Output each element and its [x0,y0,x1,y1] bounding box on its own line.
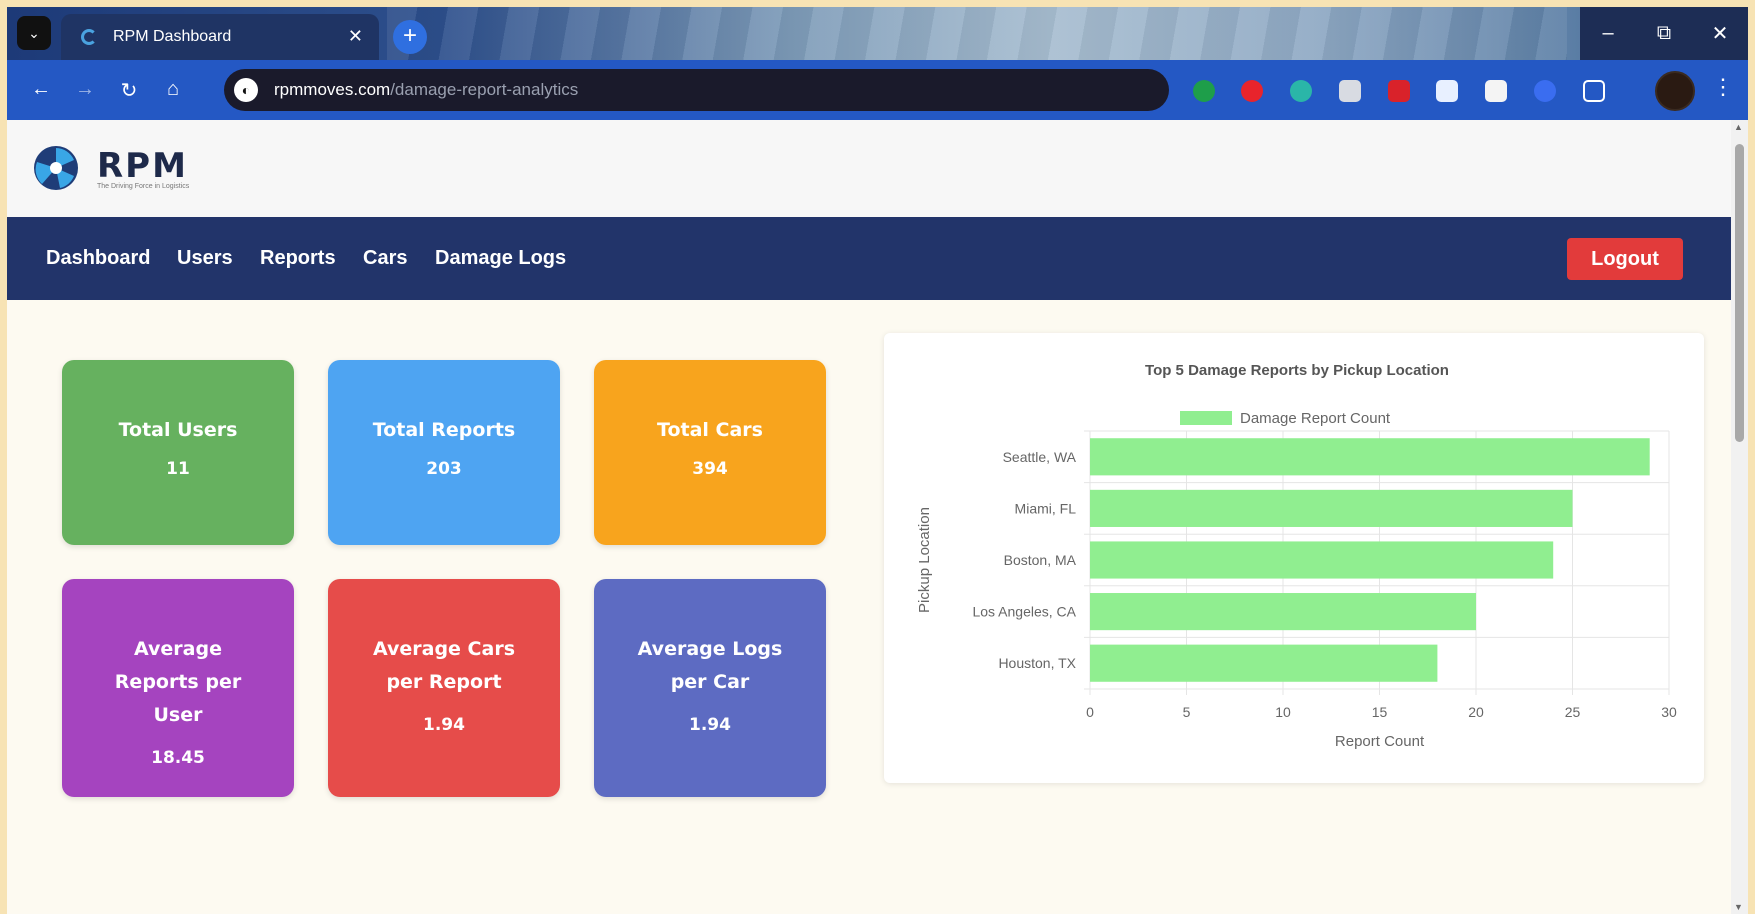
close-tab-icon[interactable]: ✕ [348,26,363,47]
stat-title: Total Reports [372,419,516,441]
restore-icon[interactable]: ⧉ [1636,7,1692,60]
y-tick-label: Seattle, WA [1003,449,1077,465]
folder-extension-icon[interactable] [1485,80,1507,102]
x-axis-title: Report Count [1335,733,1425,750]
stat-title: Average Cars per Report [372,638,516,693]
x-tick-label: 0 [1086,704,1094,720]
y-tick-label: Houston, TX [998,655,1076,671]
tab-strip: ⌄ RPM Dashboard ✕ + – ⧉ ✕ [7,7,1748,60]
stat-value: 1.94 [689,715,731,735]
new-tab-button[interactable]: + [393,20,427,54]
tp-extension-icon[interactable] [1388,80,1410,102]
stat-title: Average Reports per User [114,638,242,726]
screen-extension-icon[interactable] [1436,80,1458,102]
x-tick-label: 25 [1565,704,1581,720]
nav-users[interactable]: Users [177,247,233,270]
x-tick-label: 15 [1372,704,1388,720]
damage-bar-chart: Top 5 Damage Reports by Pickup Location D… [916,362,1677,750]
stat-card-avg-logs-per-car: Average Logs per Car 1.94 [594,579,826,797]
nav-reports[interactable]: Reports [260,247,336,270]
bar [1090,438,1650,476]
y-tick-label: Boston, MA [1004,552,1077,568]
y-tick-label: Miami, FL [1015,500,1077,516]
opera-extension-icon[interactable] [1241,80,1263,102]
browser-window: ⌄ RPM Dashboard ✕ + – ⧉ ✕ ← → ↻ ⌂ ◐ rpmm… [7,7,1748,914]
x-tick-label: 5 [1183,704,1191,720]
stat-value: 11 [166,459,190,479]
legend-label: Damage Report Count [1240,410,1391,427]
home-icon[interactable]: ⌂ [161,78,185,101]
nav-cars[interactable]: Cars [363,247,407,270]
back-arrow-icon[interactable]: ← [29,78,53,101]
damage-chart-panel: Top 5 Damage Reports by Pickup Location D… [884,333,1704,783]
grammarly-extension-icon[interactable] [1193,80,1215,102]
stat-value: 18.45 [151,748,205,768]
logout-button[interactable]: Logout [1567,238,1683,280]
x-tick-label: 10 [1275,704,1291,720]
url-text: rpmmoves.com/damage-report-analytics [274,80,579,99]
page-scrollbar[interactable]: ▲ ▼ [1731,120,1748,914]
scroll-thumb[interactable] [1735,144,1744,442]
note-extension-icon[interactable] [1339,80,1361,102]
bar [1090,541,1554,579]
page-content: RPM The Driving Force in Logistics Dashb… [7,120,1731,914]
stat-card-avg-cars-per-report: Average Cars per Report 1.94 [328,579,560,797]
rpm-logo-icon[interactable] [33,145,79,191]
address-bar[interactable]: ◐ rpmmoves.com/damage-report-analytics [224,69,1169,111]
nav-dashboard[interactable]: Dashboard [46,247,150,270]
stat-title: Average Logs per Car [637,638,783,693]
stat-card-total-cars: Total Cars 394 [594,360,826,545]
x-tick-label: 20 [1468,704,1484,720]
logo-tagline: The Driving Force in Logistics [97,183,190,190]
x-tick-label: 30 [1661,704,1677,720]
bar [1090,644,1438,682]
browser-tab[interactable]: RPM Dashboard ✕ [61,14,379,60]
close-window-icon[interactable]: ✕ [1692,7,1748,60]
scroll-down-icon[interactable]: ▼ [1734,902,1743,912]
stat-value: 203 [426,459,462,479]
stat-title: Total Cars [657,419,763,441]
tab-search-button[interactable]: ⌄ [17,16,51,50]
y-axis-title: Pickup Location [916,507,933,613]
stat-card-total-users: Total Users 11 [62,360,294,545]
stat-card-avg-reports-per-user: Average Reports per User 18.45 [62,579,294,797]
chart-title: Top 5 Damage Reports by Pickup Location [1145,362,1449,379]
nav-damage-logs[interactable]: Damage Logs [435,247,566,270]
bar [1090,489,1573,527]
bar [1090,593,1476,631]
profile-avatar[interactable] [1655,71,1695,111]
loading-favicon-icon [81,29,97,45]
forward-arrow-icon[interactable]: → [73,78,97,101]
more-menu-icon[interactable]: ⋮ [1712,74,1734,100]
stat-value: 1.94 [423,715,465,735]
chevron-down-icon: ⌄ [28,24,40,41]
window-controls: – ⧉ ✕ [1580,7,1748,60]
logo-text[interactable]: RPM [97,146,188,186]
logo-header: RPM The Driving Force in Logistics [7,120,1731,217]
scroll-up-icon[interactable]: ▲ [1734,122,1743,132]
legend-swatch [1180,411,1232,425]
stat-value: 394 [692,459,728,479]
site-info-icon[interactable]: ◐ [234,78,258,102]
reload-icon[interactable]: ↻ [117,78,141,103]
stat-title: Total Users [118,419,238,441]
blue-extension-icon[interactable] [1534,80,1556,102]
minimize-icon[interactable]: – [1580,7,1636,60]
m-extension-icon[interactable] [1290,80,1312,102]
toolbar: ← → ↻ ⌂ ◐ rpmmoves.com/damage-report-ana… [7,60,1748,120]
y-tick-label: Los Angeles, CA [972,604,1076,620]
puzzle-extensions-icon[interactable] [1583,80,1605,102]
tab-title: RPM Dashboard [113,28,232,45]
stat-card-total-reports: Total Reports 203 [328,360,560,545]
main-navbar: Dashboard Users Reports Cars Damage Logs… [7,217,1731,300]
